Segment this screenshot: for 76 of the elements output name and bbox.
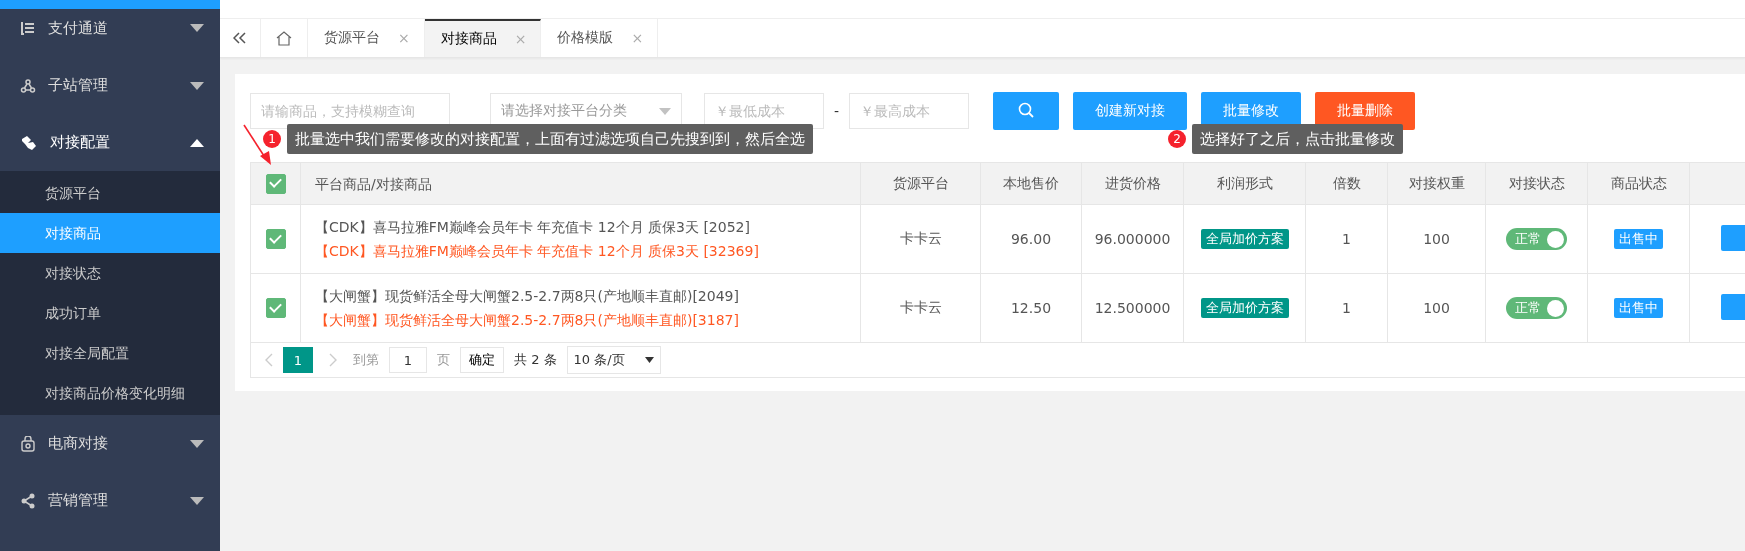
max-cost-field[interactable]: ￥最高成本 bbox=[849, 93, 970, 129]
column-header: 平台商品/对接商品 bbox=[300, 162, 861, 205]
goto-label: 到第 bbox=[353, 351, 379, 369]
submenu-item[interactable]: 货源平台 bbox=[0, 173, 220, 213]
sidebar-item[interactable]: 支付通道 bbox=[0, 9, 220, 47]
status-tag: 出售中 bbox=[1614, 229, 1663, 249]
annotation-tooltip: 批量选中我们需要修改的对接配置，上面有过滤选项自己先搜到到，然后全选 bbox=[287, 124, 813, 154]
range-separator: - bbox=[834, 103, 840, 119]
table-cell: 12.500000 bbox=[1081, 273, 1184, 343]
caret-icon bbox=[659, 107, 671, 115]
tab[interactable]: 货源平台 × bbox=[308, 19, 425, 57]
checkbox[interactable] bbox=[265, 298, 286, 318]
bag-icon bbox=[20, 435, 36, 452]
min-cost-field[interactable]: ￥最低成本 bbox=[704, 93, 824, 129]
table-cell: 卡卡云 bbox=[860, 204, 981, 274]
submenu-item[interactable]: 对接商品价格变化明细 bbox=[0, 373, 220, 413]
page-size-select[interactable]: 10 条/页 bbox=[566, 346, 661, 374]
edit-button[interactable] bbox=[1721, 224, 1745, 251]
share-icon bbox=[20, 492, 36, 509]
table-cell: 1 bbox=[1305, 273, 1388, 343]
table-cell: 12.50 bbox=[980, 273, 1082, 343]
table-cell: 卡卡云 bbox=[860, 273, 981, 343]
table-cell: 100 bbox=[1387, 204, 1486, 274]
table-cell: 100 bbox=[1387, 273, 1486, 343]
column-header: 对接状态 bbox=[1485, 162, 1588, 205]
tab-label: 货源平台 bbox=[324, 29, 380, 47]
checkbox[interactable] bbox=[265, 173, 286, 194]
column-header: 倍数 bbox=[1305, 162, 1388, 205]
network-icon bbox=[20, 77, 36, 94]
annotation-tooltip: 选择好了之后，点击批量修改 bbox=[1192, 124, 1403, 154]
checkbox[interactable] bbox=[265, 229, 286, 249]
column-header: 商品状态 bbox=[1587, 162, 1690, 205]
total-count: 共 2 条 bbox=[514, 351, 557, 369]
table-cell: 96.000000 bbox=[1081, 204, 1184, 274]
previous-icon[interactable] bbox=[265, 353, 273, 367]
edit-button[interactable] bbox=[1721, 293, 1745, 320]
step-badge: 1 bbox=[263, 130, 281, 148]
remote-product-name: 【CDK】喜马拉雅FM巅峰会员年卡 年充值卡 12个月 质保3天 [32369] bbox=[315, 242, 760, 261]
remote-product-name: 【大闸蟹】现货鲜活全母大闸蟹2.5-2.7两8只(产地顺丰直邮)[3187] bbox=[315, 311, 740, 330]
column-header: 货源平台 bbox=[860, 162, 981, 205]
search-field[interactable]: 请输商品，支持模糊查询 bbox=[250, 93, 450, 129]
tab[interactable]: 对接商品 × bbox=[424, 19, 542, 57]
page-field[interactable]: 1 bbox=[389, 347, 427, 373]
submenu-item[interactable]: 对接全局配置 bbox=[0, 333, 220, 373]
annotation-arrow bbox=[243, 124, 273, 166]
search-icon bbox=[1017, 100, 1036, 119]
column-header: 本地售价 bbox=[980, 162, 1082, 205]
collapse-icon[interactable] bbox=[233, 32, 247, 44]
tab-label: 对接商品 bbox=[440, 30, 497, 48]
tab[interactable]: 价格模版 × bbox=[541, 19, 659, 57]
column-header: 对接权重 bbox=[1387, 162, 1486, 205]
column-header: 进货价格 bbox=[1081, 162, 1184, 205]
next-icon[interactable] bbox=[329, 353, 337, 367]
page-button[interactable]: 1 bbox=[283, 347, 313, 373]
home-icon[interactable] bbox=[276, 30, 292, 46]
sidebar-item[interactable]: 子站管理 bbox=[0, 57, 220, 114]
step-badge: 2 bbox=[1168, 130, 1186, 148]
sidebar-item[interactable]: 对接配置 bbox=[0, 114, 220, 171]
submenu-item[interactable]: 对接状态 bbox=[0, 253, 220, 293]
tab-label: 价格模版 bbox=[557, 29, 614, 47]
product-name: 【大闸蟹】现货鲜活全母大闸蟹2.5-2.7两8只(产地顺丰直邮)[2049] bbox=[315, 287, 740, 306]
search-button[interactable] bbox=[993, 92, 1060, 130]
sidebar-item[interactable]: 电商对接 bbox=[0, 415, 220, 472]
list-icon bbox=[20, 20, 36, 36]
table-cell: 1 bbox=[1305, 204, 1388, 274]
sidebar-item[interactable]: 营销管理 bbox=[0, 472, 220, 529]
product-name: 【CDK】喜马拉雅FM巅峰会员年卡 年充值卡 12个月 质保3天 [2052] bbox=[315, 218, 751, 237]
page-unit: 页 bbox=[437, 351, 450, 369]
column-header: 利润形式 bbox=[1183, 162, 1306, 205]
profit-tag: 全局加价方案 bbox=[1200, 229, 1289, 249]
table-cell: 96.00 bbox=[980, 204, 1082, 274]
profit-tag: 全局加价方案 bbox=[1200, 298, 1289, 318]
confirm-button[interactable]: 确定 bbox=[460, 347, 504, 373]
submenu-item[interactable]: 成功订单 bbox=[0, 293, 220, 333]
caret-icon bbox=[644, 357, 654, 363]
status-tag: 出售中 bbox=[1614, 298, 1663, 318]
